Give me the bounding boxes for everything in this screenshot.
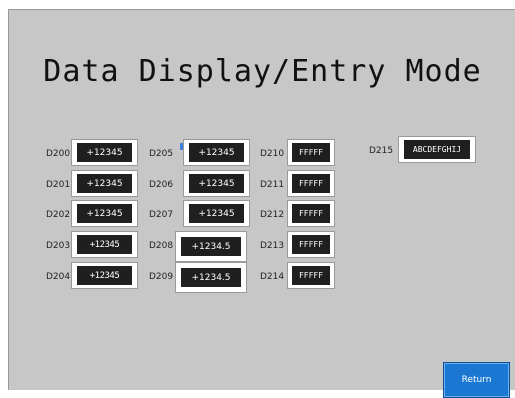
register-field-d201[interactable]: +12345 (71, 170, 138, 197)
hmi-screen: Data Display/Entry Mode D200 +12345 D201… (8, 9, 515, 398)
register-value-d204: +12345 (77, 266, 132, 285)
register-field-d200[interactable]: +12345 (71, 139, 138, 166)
register-field-d205[interactable]: +12345 (183, 139, 250, 166)
register-label-d200: D200 (46, 149, 71, 159)
register-value-d215: ABCDEFGHIJ (404, 140, 470, 159)
register-label-d212: D212 (260, 210, 285, 220)
register-value-d211: FFFFF (292, 174, 330, 193)
register-value-d208: +1234.5 (181, 237, 241, 256)
register-value-d209: +1234.5 (181, 268, 241, 287)
register-label-d204: D204 (46, 272, 71, 282)
register-field-d206[interactable]: +12345 (183, 170, 250, 197)
register-field-d209[interactable]: +1234.5 (175, 262, 247, 293)
register-value-d210: FFFFF (292, 143, 330, 162)
register-field-d208[interactable]: +1234.5 (175, 231, 247, 262)
register-label-d206: D206 (149, 180, 174, 190)
register-field-d202[interactable]: +12345 (71, 200, 138, 227)
register-label-d209: D209 (149, 272, 174, 282)
register-label-d208: D208 (149, 241, 174, 251)
register-field-d204[interactable]: +12345 (71, 262, 138, 289)
register-value-d213: FFFFF (292, 235, 330, 254)
register-value-d206: +12345 (189, 174, 244, 193)
register-value-d205: +12345 (189, 143, 244, 162)
register-value-d207: +12345 (189, 204, 244, 223)
register-value-d212: FFFFF (292, 204, 330, 223)
register-label-d203: D203 (46, 241, 71, 251)
register-label-d215: D215 (369, 146, 394, 156)
register-label-d207: D207 (149, 210, 174, 220)
register-value-d200: +12345 (77, 143, 132, 162)
register-field-d215[interactable]: ABCDEFGHIJ (398, 136, 476, 163)
register-label-d202: D202 (46, 210, 71, 220)
register-field-d212[interactable]: FFFFF (287, 200, 335, 227)
register-label-d213: D213 (260, 241, 285, 251)
page-title: Data Display/Entry Mode (43, 54, 482, 89)
register-label-d214: D214 (260, 272, 285, 282)
register-label-d210: D210 (260, 149, 285, 159)
register-label-d201: D201 (46, 180, 71, 190)
register-field-d203[interactable]: +12345 (71, 231, 138, 258)
register-value-d214: FFFFF (292, 266, 330, 285)
register-field-d210[interactable]: FFFFF (287, 139, 335, 166)
register-label-d205: D205 (149, 149, 174, 159)
register-value-d201: +12345 (77, 174, 132, 193)
register-label-d211: D211 (260, 180, 285, 190)
register-value-d203: +12345 (77, 235, 132, 254)
register-field-d207[interactable]: +12345 (183, 200, 250, 227)
register-field-d211[interactable]: FFFFF (287, 170, 335, 197)
register-field-d213[interactable]: FFFFF (287, 231, 335, 258)
return-button[interactable]: Return (443, 362, 510, 398)
register-field-d214[interactable]: FFFFF (287, 262, 335, 289)
register-value-d202: +12345 (77, 204, 132, 223)
